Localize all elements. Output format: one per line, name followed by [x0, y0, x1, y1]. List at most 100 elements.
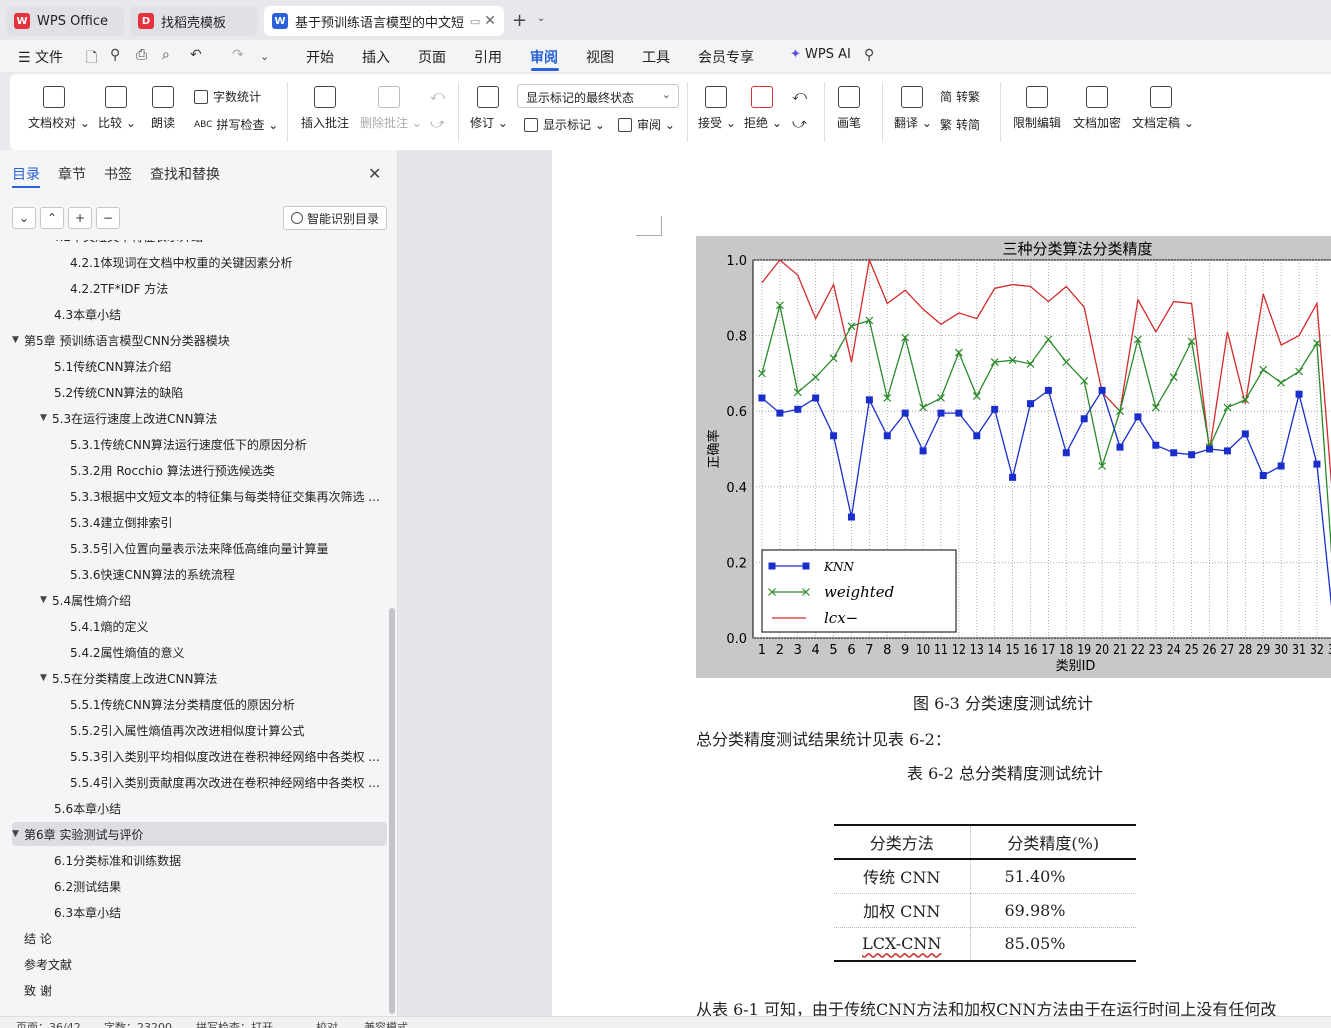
- expand-arrow-icon[interactable]: ▼: [40, 413, 52, 423]
- menu-page[interactable]: 页面: [418, 47, 446, 67]
- new-doc-icon[interactable]: 🗋: [86, 47, 97, 71]
- tab-current-document[interactable]: W 基于预训练语言模型的中文短 ▭ ✕: [264, 6, 504, 36]
- file-menu[interactable]: ☰ 文件: [18, 47, 63, 67]
- reject-button[interactable]: 拒绝 ⌄: [744, 86, 782, 131]
- read-aloud-button[interactable]: 朗读: [150, 86, 176, 131]
- smart-toc-button[interactable]: 智能识别目录: [283, 206, 387, 230]
- previous-change-icon[interactable]: ⤺: [792, 88, 807, 104]
- menu-view[interactable]: 视图: [586, 47, 614, 67]
- compare-button[interactable]: 比较 ⌄: [98, 86, 136, 131]
- doc-check-button[interactable]: 文档校对 ⌄: [28, 86, 90, 131]
- remove-heading-button[interactable]: −: [96, 207, 120, 229]
- tab-bookmarks[interactable]: 书签: [104, 164, 132, 184]
- menu-review[interactable]: 审阅: [530, 47, 558, 67]
- tab-toc[interactable]: 目录: [12, 164, 40, 184]
- close-tab-icon[interactable]: ✕: [484, 13, 496, 29]
- expand-all-button[interactable]: ⌄: [12, 207, 36, 229]
- tab-wps-office[interactable]: W WPS Office: [6, 6, 124, 36]
- chevron-down-icon[interactable]: ⌄: [537, 13, 545, 24]
- insert-comment-button[interactable]: 插入批注: [300, 86, 350, 131]
- search-icon[interactable]: ⚲: [864, 47, 874, 63]
- wps-ai-button[interactable]: ✦ WPS AI: [790, 47, 851, 62]
- translate-button[interactable]: 翻译 ⌄: [894, 86, 932, 131]
- window-icon[interactable]: ▭: [470, 15, 480, 28]
- to-traditional-button[interactable]: 简转繁: [940, 88, 980, 105]
- toc-item[interactable]: ▼ 第6章 实验测试与评价: [12, 822, 387, 846]
- finalize-button[interactable]: 文档定稿 ⌄: [1132, 86, 1194, 131]
- expand-arrow-icon[interactable]: ▼: [40, 673, 52, 683]
- new-tab-icon[interactable]: +: [512, 10, 527, 31]
- toc-item[interactable]: 5.1传统CNN算法介绍: [12, 354, 387, 378]
- toc-item[interactable]: 致 谢: [12, 978, 387, 1002]
- to-simplified-button[interactable]: 繁转简: [940, 116, 980, 133]
- toc-item[interactable]: 5.3.1传统CNN算法运行速度低下的原因分析: [12, 432, 387, 456]
- next-change-icon[interactable]: ⤻: [792, 116, 807, 132]
- toc-item[interactable]: 5.5.1传统CNN算法分类精度低的原因分析: [12, 692, 387, 716]
- toc-item[interactable]: 4.2.2TF*IDF 方法: [12, 276, 387, 300]
- show-markup-button[interactable]: 显示标记 ⌄: [524, 116, 605, 133]
- add-heading-button[interactable]: +: [68, 207, 92, 229]
- toc-item[interactable]: 6.2测试结果: [12, 874, 387, 898]
- expand-arrow-icon[interactable]: ▼: [40, 595, 52, 605]
- undo-icon[interactable]: ↶: [190, 47, 202, 63]
- spell-check-status[interactable]: 拼写检查：打开: [196, 1019, 273, 1028]
- toc-item[interactable]: 4.3本章小结: [12, 302, 387, 326]
- toc-item[interactable]: ▼ 5.3在运行速度上改进CNN算法: [12, 406, 387, 430]
- page-count[interactable]: 页面：36/42: [16, 1019, 81, 1028]
- expand-arrow-icon[interactable]: ▼: [12, 829, 24, 839]
- proofread-status[interactable]: 校对: [316, 1019, 338, 1028]
- quick-access-dropdown-icon[interactable]: ⌄: [260, 50, 269, 63]
- next-comment-icon[interactable]: ⤻: [430, 116, 445, 132]
- toc-item[interactable]: 5.3.5引入位置向量表示法来降低高维向量计算量: [12, 536, 387, 560]
- restrict-edit-button[interactable]: 限制编辑: [1012, 86, 1062, 131]
- toc-item[interactable]: 5.5.4引入类别贡献度再次改进在卷积神经网络中各类权 ...: [12, 770, 387, 794]
- toc-item[interactable]: 5.3.2用 Rocchio 算法进行预选候选类: [12, 458, 387, 482]
- delete-comment-button[interactable]: 删除批注 ⌄: [360, 86, 422, 131]
- toc-item[interactable]: 5.5.2引入属性熵值再次改进相似度计算公式: [12, 718, 387, 742]
- menu-tools[interactable]: 工具: [642, 47, 670, 67]
- accept-button[interactable]: 接受 ⌄: [698, 86, 736, 131]
- menu-reference[interactable]: 引用: [474, 47, 502, 67]
- spell-check-button[interactable]: ABC 拼写检查 ⌄: [194, 116, 278, 133]
- toc-item[interactable]: 6.1分类标准和训练数据: [12, 848, 387, 872]
- redo-icon[interactable]: ↷: [232, 47, 244, 63]
- revise-button[interactable]: 修订 ⌄: [470, 86, 508, 131]
- previous-comment-icon[interactable]: ⤺: [430, 88, 445, 104]
- close-icon[interactable]: ✕: [368, 164, 381, 183]
- toc-item[interactable]: 6.3本章小结: [12, 900, 387, 924]
- toc-item[interactable]: 5.6本章小结: [12, 796, 387, 820]
- toc-item[interactable]: 结 论: [12, 926, 387, 950]
- tab-chapters[interactable]: 章节: [58, 164, 86, 184]
- toc-item[interactable]: 5.4.1熵的定义: [12, 614, 387, 638]
- toc-item[interactable]: 4.2.1体现词在文档中权重的关键因素分析: [12, 250, 387, 274]
- collapse-all-button[interactable]: ⌃: [40, 207, 64, 229]
- toc-item[interactable]: 5.3.4建立倒排索引: [12, 510, 387, 534]
- pen-button[interactable]: 画笔: [836, 86, 862, 131]
- print-icon[interactable]: ⎙: [136, 47, 147, 63]
- menu-start[interactable]: 开始: [306, 47, 334, 67]
- toc-item[interactable]: ▼ 5.4属性熵介绍: [12, 588, 387, 612]
- toc-item[interactable]: 5.4.2属性熵值的意义: [12, 640, 387, 664]
- toc-item[interactable]: 5.3.6快速CNN算法的系统流程: [12, 562, 387, 586]
- print-preview-icon[interactable]: ⌕: [162, 47, 170, 63]
- word-count[interactable]: 字数：23200: [104, 1019, 172, 1028]
- toc-item[interactable]: ▼4.2中文短文本特征表示介绍: [12, 240, 387, 248]
- expand-arrow-icon[interactable]: ▼: [40, 240, 52, 241]
- encrypt-button[interactable]: 文档加密: [1072, 86, 1122, 131]
- toc-scrollbar[interactable]: [389, 608, 395, 1014]
- toc-item[interactable]: ▼ 5.5在分类精度上改进CNN算法: [12, 666, 387, 690]
- expand-arrow-icon[interactable]: ▼: [12, 335, 24, 345]
- toc-item[interactable]: 参考文献: [12, 952, 387, 976]
- review-pane-button[interactable]: 审阅 ⌄: [618, 116, 675, 133]
- menu-membership[interactable]: 会员专享: [698, 47, 754, 67]
- toc-item[interactable]: 5.3.3根据中文短文本的特征集与每类特征交集再次筛选 ...: [12, 484, 387, 508]
- share-icon[interactable]: ⚲: [110, 47, 120, 63]
- tab-find-replace[interactable]: 查找和替换: [150, 164, 220, 184]
- toc-item[interactable]: ▼ 第5章 预训练语言模型CNN分类器模块: [12, 328, 387, 352]
- toc-item[interactable]: 5.2传统CNN算法的缺陷: [12, 380, 387, 404]
- word-count-button[interactable]: 字数统计: [194, 88, 261, 105]
- markup-state-dropdown[interactable]: 显示标记的最终状态 ⌄: [517, 84, 679, 108]
- menu-insert[interactable]: 插入: [362, 47, 390, 67]
- toc-item[interactable]: 5.5.3引入类别平均相似度改进在卷积神经网络中各类权 ...: [12, 744, 387, 768]
- tab-docer-templates[interactable]: D 找稻壳模板: [130, 6, 258, 36]
